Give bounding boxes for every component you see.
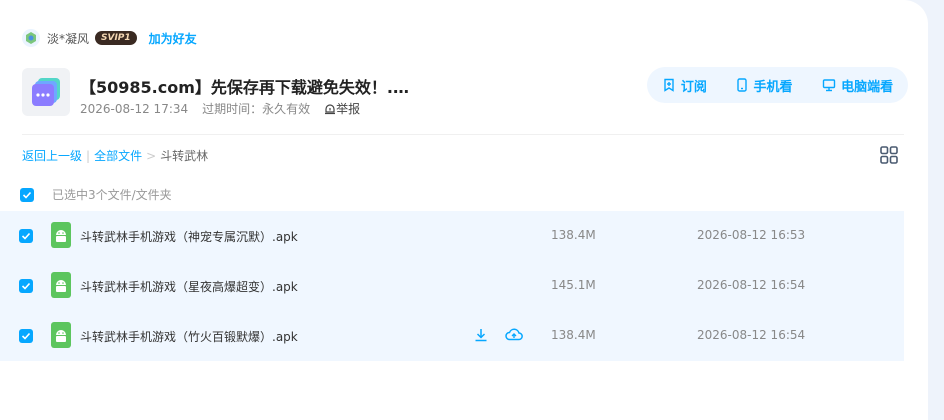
android-apk-icon	[51, 222, 71, 248]
subscribe-button[interactable]: 订阅	[662, 76, 707, 95]
share-card: 淡*凝风 SVIP1 加为好友 【50985.com】先保存再下载避免失效！.……	[0, 0, 928, 420]
breadcrumb-back[interactable]: 返回上一级	[22, 147, 82, 164]
select-all-checkbox[interactable]	[20, 187, 34, 202]
file-checkbox[interactable]	[19, 329, 33, 343]
monitor-icon	[822, 79, 836, 92]
file-size: 145.1M	[551, 278, 596, 292]
svip-badge: SVIP1	[95, 31, 137, 45]
report-button[interactable]: 举报	[324, 100, 374, 117]
desktop-view-label: 电脑端看	[841, 79, 894, 95]
checkbox-icon	[21, 332, 31, 340]
share-meta: 2026-08-12 17:34 过期时间：永久有效 举报	[80, 100, 388, 117]
breadcrumb-arrow: >	[146, 148, 157, 163]
file-name[interactable]: 斗转武林手机游戏（神宠专属沉默）.apk	[80, 228, 298, 245]
android-apk-icon	[51, 322, 71, 348]
grid-view-icon[interactable]	[880, 146, 898, 164]
subscribe-label: 订阅	[680, 79, 707, 95]
file-name[interactable]: 斗转武林手机游戏（星夜高爆超变）.apk	[80, 278, 298, 295]
file-size: 138.4M	[551, 328, 596, 342]
download-icon[interactable]	[473, 327, 489, 343]
user-row: 淡*凝风 SVIP1 加为好友	[22, 28, 197, 48]
avatar-icon[interactable]	[22, 29, 40, 47]
mobile-view-label: 手机看	[753, 79, 793, 95]
report-icon	[325, 103, 336, 114]
checkbox-icon	[21, 282, 31, 290]
file-date: 2026-08-12 16:54	[697, 328, 806, 342]
header-divider	[22, 134, 904, 135]
cloud-save-icon[interactable]	[505, 327, 523, 343]
file-row-actions	[473, 327, 539, 343]
user-name[interactable]: 淡*凝风	[47, 30, 89, 47]
file-date: 2026-08-12 16:53	[697, 228, 806, 242]
share-date: 2026-08-12 17:34	[80, 101, 189, 116]
phone-icon	[737, 78, 748, 92]
breadcrumb: 返回上一级 | 全部文件 > 斗转武林	[22, 147, 208, 164]
page-background-edge	[928, 0, 944, 420]
file-checkbox[interactable]	[19, 279, 33, 293]
selection-count: 已选中3个文件/文件夹	[52, 188, 172, 202]
checkbox-icon	[22, 191, 32, 199]
checkbox-icon	[21, 232, 31, 240]
breadcrumb-separator: |	[86, 148, 91, 163]
file-name[interactable]: 斗转武林手机游戏（竹火百锻默爆）.apk	[80, 328, 298, 345]
file-size: 138.4M	[551, 228, 596, 242]
file-row[interactable]: 斗转武林手机游戏（竹火百锻默爆）.apk 138.4M 2026-08-12 1…	[0, 311, 904, 361]
share-title: 【50985.com】先保存再下载避免失效！.…	[80, 78, 409, 97]
breadcrumb-current: 斗转武林	[160, 149, 209, 163]
file-row[interactable]: 斗转武林手机游戏（神宠专属沉默）.apk 138.4M 2026-08-12 1…	[0, 211, 904, 261]
share-file-icon	[22, 68, 70, 116]
report-label: 举报	[336, 102, 361, 116]
android-apk-icon	[51, 272, 71, 298]
action-bar: 订阅 手机看 电脑端看	[647, 67, 908, 103]
file-row[interactable]: 斗转武林手机游戏（星夜高爆超变）.apk 145.1M 2026-08-12 1…	[0, 261, 904, 311]
share-expiry: 过期时间：永久有效	[202, 102, 311, 116]
desktop-view-button[interactable]: 电脑端看	[822, 76, 893, 95]
file-date: 2026-08-12 16:54	[697, 278, 806, 292]
subscribe-icon	[664, 78, 674, 92]
mobile-view-button[interactable]: 手机看	[736, 76, 792, 95]
add-friend-link[interactable]: 加为好友	[149, 30, 197, 47]
file-checkbox[interactable]	[19, 229, 33, 243]
breadcrumb-all-files[interactable]: 全部文件	[94, 147, 142, 164]
select-all-row: 已选中3个文件/文件夹	[20, 186, 172, 203]
